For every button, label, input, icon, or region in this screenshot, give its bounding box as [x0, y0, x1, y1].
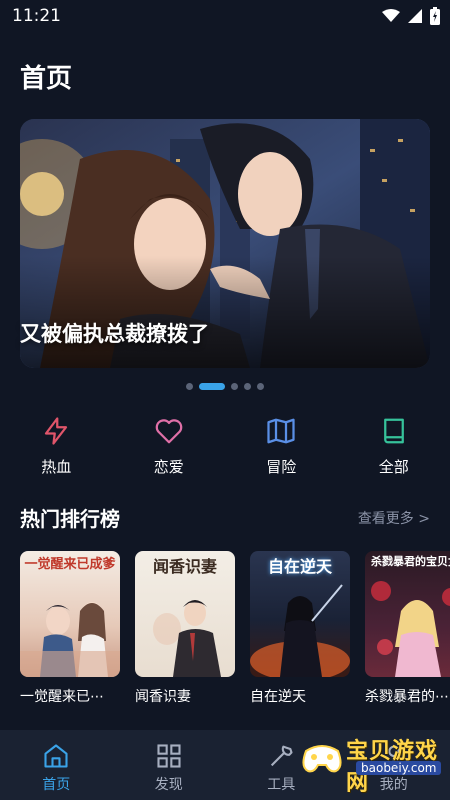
nav-label: 首页 [42, 777, 71, 793]
gamepad-logo-icon [302, 745, 342, 773]
watermark: 宝贝游戏网 baobeiy.com [300, 733, 450, 796]
status-icons [382, 7, 440, 25]
see-more-link[interactable]: 查看更多 > [358, 508, 430, 528]
home-icon [44, 744, 68, 768]
cover-art [371, 581, 450, 677]
book-cover: 闻香识妻 [135, 551, 235, 677]
grid-icon [157, 744, 181, 768]
pager-dot-active[interactable] [199, 383, 225, 390]
category-label: 冒险 [266, 458, 297, 476]
book-title: 杀戮暴君的⋯ [365, 689, 449, 705]
book-title: 一觉醒来已⋯ [20, 689, 104, 705]
book-cover: 杀戮暴君的宝贝女 [365, 551, 450, 677]
category-label: 热血 [41, 458, 72, 476]
book-card[interactable]: 自在逆天 自在逆天 [250, 551, 350, 706]
category-maoxian[interactable]: 冒险 [225, 416, 338, 477]
banner-caption: 又被偏执总裁撩拨了 [20, 322, 209, 346]
nav-discover[interactable]: 发现 [113, 730, 226, 800]
category-quanbu[interactable]: 全部 [338, 416, 450, 477]
status-time: 11:21 [12, 6, 61, 26]
wifi-icon [382, 9, 400, 22]
book-title: 闻香识妻 [135, 689, 191, 705]
book-card[interactable]: 一觉醒来已成爹 一觉醒来已⋯ [20, 551, 120, 706]
heart-icon [155, 419, 183, 444]
category-label: 全部 [378, 458, 409, 476]
ranking-list: 一觉醒来已成爹 一觉醒来已⋯ 闻香识妻 闻香识妻 自在逆天 自在逆天 杀戮暴君的… [20, 551, 450, 706]
watermark-url: baobeiy.com [356, 761, 442, 775]
book-title: 自在逆天 [250, 689, 306, 705]
ranking-title: 热门排行榜 [20, 507, 120, 531]
banner-pager [0, 383, 450, 390]
category-row: 热血 恋爱 冒险 全部 [0, 416, 450, 477]
page-title: 首页 [20, 64, 73, 94]
category-label: 恋爱 [153, 458, 184, 476]
pager-dot[interactable] [231, 383, 238, 390]
nav-label: 工具 [267, 777, 296, 793]
book-cover: 一觉醒来已成爹 [20, 551, 120, 677]
book-icon [383, 418, 404, 444]
map-icon [267, 418, 295, 444]
nav-home[interactable]: 首页 [0, 730, 113, 800]
pager-dot[interactable] [257, 383, 264, 390]
wrench-icon [271, 745, 293, 767]
signal-icon [408, 9, 422, 23]
category-lianai[interactable]: 恋爱 [113, 416, 226, 477]
book-card[interactable]: 杀戮暴君的宝贝女 杀戮暴君的⋯ [365, 551, 450, 706]
book-cover: 自在逆天 [250, 551, 350, 677]
cover-title: 闻香识妻 [152, 557, 217, 576]
pager-dot[interactable] [244, 383, 251, 390]
book-card[interactable]: 闻香识妻 闻香识妻 [135, 551, 235, 706]
nav-label: 发现 [154, 777, 183, 793]
category-rexue[interactable]: 热血 [0, 416, 113, 477]
lightning-icon [45, 417, 68, 445]
pager-dot[interactable] [186, 383, 193, 390]
status-bar: 11:21 [0, 0, 450, 32]
cover-title: 自在逆天 [267, 557, 332, 576]
battery-icon [430, 7, 440, 25]
cover-title: 杀戮暴君的宝贝女 [371, 555, 450, 568]
cover-title: 一觉醒来已成爹 [24, 557, 116, 572]
